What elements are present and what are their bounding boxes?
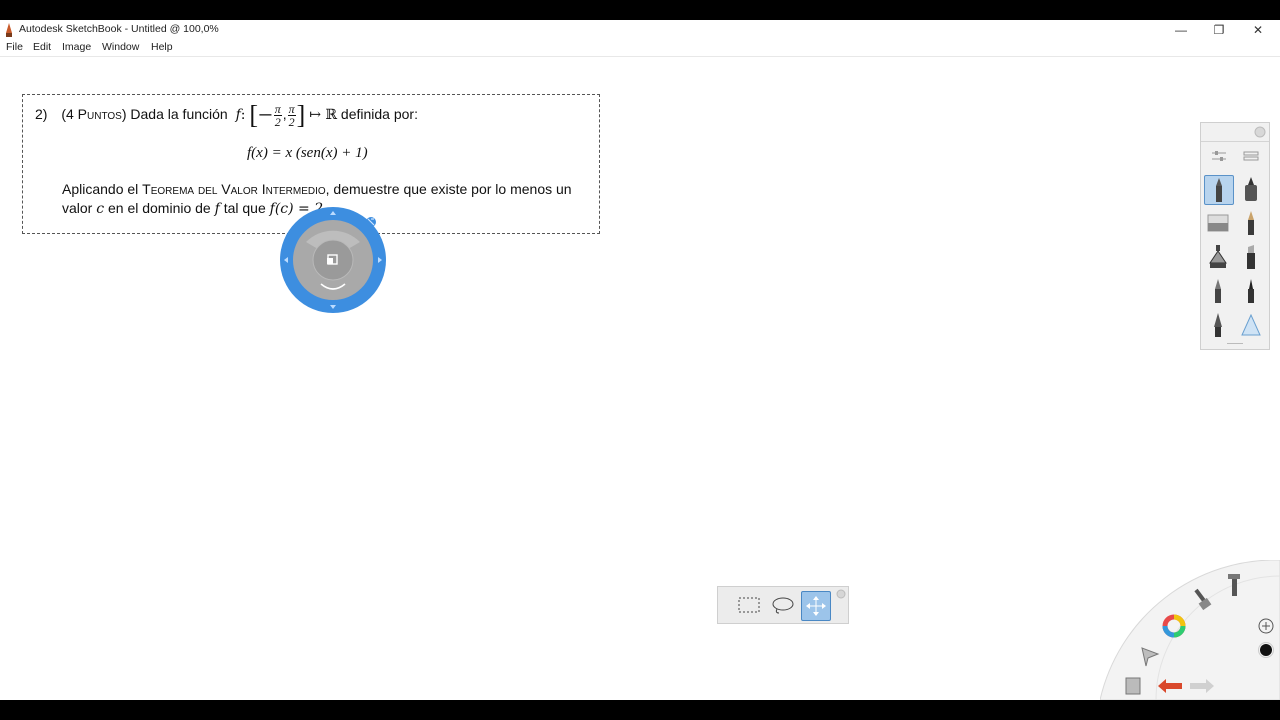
window-title: Autodesk SketchBook - Untitled @ 100,0% [19,23,219,35]
ballpoint-pen-tool[interactable] [1204,175,1234,205]
lasso-select-button[interactable] [769,591,797,619]
restore-button[interactable]: ❐ [1200,20,1238,40]
brush-palette [1200,122,1270,350]
move-transform-button[interactable] [801,591,831,621]
panel-close-icon[interactable] [1254,126,1266,138]
rectangle-select-icon [738,597,760,613]
brush-properties-icon[interactable] [1211,149,1227,163]
top-letterbox [0,0,1280,20]
brush-library-icon[interactable] [1243,149,1259,163]
theorem-name: Teorema del Valor Intermedio [142,181,326,197]
bottom-letterbox [0,700,1280,720]
eraser-tool[interactable] [1204,209,1232,237]
marker-icon [1245,177,1257,201]
codomain: ↦ ℝ [309,107,338,124]
selection-toolbar [717,586,849,624]
ink-pen-icon [1214,313,1222,337]
smudge-icon [1241,314,1261,336]
ink-pen-tool[interactable] [1204,311,1232,339]
fine-pen-icon [1215,279,1221,303]
lagoon-menu [1100,560,1280,700]
problem-header: 2) (4 Puntos) Dada la función f: [− π 2, π 2… [35,100,418,130]
chisel-marker-icon [1247,245,1255,269]
menu-help[interactable]: Help [151,41,173,53]
domain-right-bracket: ] [296,100,306,130]
close-button[interactable]: ✕ [1239,20,1277,40]
pencil-icon [1248,211,1254,235]
menu-image[interactable]: Image [62,41,91,53]
pencil-tool[interactable] [1237,209,1265,237]
airbrush-tool[interactable] [1204,243,1232,271]
technical-pen-icon [1248,279,1254,303]
minimize-button[interactable]: — [1162,20,1200,40]
problem-number: 2) [35,106,48,123]
fine-pen-tool[interactable] [1204,277,1232,305]
technical-pen-tool[interactable] [1237,277,1265,305]
marker-tool[interactable] [1237,175,1265,203]
menu-edit[interactable]: Edit [33,41,51,53]
move-transform-icon [806,596,826,616]
layer-icon[interactable] [1125,677,1141,695]
toolbar-close-icon[interactable] [836,589,846,599]
eraser-icon [1207,214,1229,232]
chisel-marker-tool[interactable] [1237,243,1265,271]
menu-bar: File Edit Image Window Help [0,40,1280,57]
smudge-tool[interactable] [1237,311,1265,339]
app-logo-icon [6,23,12,37]
transform-puck[interactable] [279,206,387,314]
rectangle-select-button[interactable] [735,591,763,619]
lasso-select-icon [772,597,794,614]
menu-file[interactable]: File [6,41,23,53]
problem-points: (4 Puntos) [61,106,127,123]
statement-line-1: Aplicando el Teorema del Valor Intermedi… [62,181,572,197]
black-color-icon[interactable] [1258,642,1274,658]
ballpoint-pen-icon [1216,178,1222,202]
fraction-right: π2 [287,102,296,129]
function-formula: f(x) = x (sen(x) + 1) [247,145,368,161]
problem-intro: Dada la función [130,106,228,123]
definida-text: definida por: [340,106,418,123]
fraction-left: π2 [273,102,282,129]
domain-left-bracket: [− [249,100,273,130]
airbrush-icon [1209,245,1227,268]
menu-window[interactable]: Window [102,41,139,53]
